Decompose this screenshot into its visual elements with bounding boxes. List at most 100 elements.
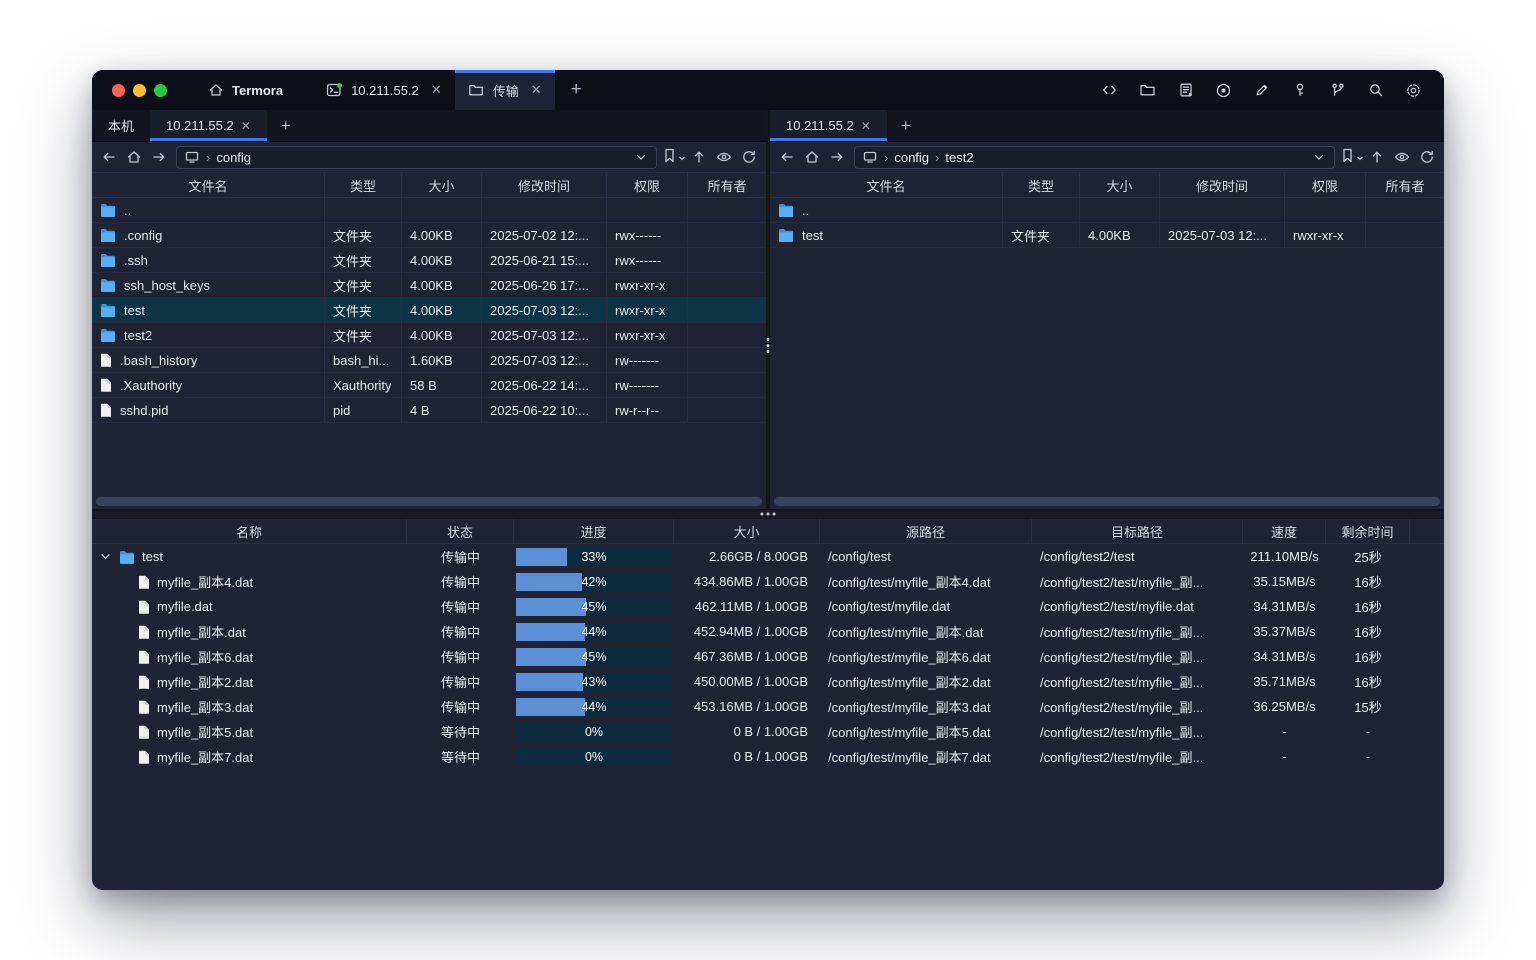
file-row[interactable]: sshd.pidpid4 B2025-06-22 10:...rw-r--r-- [92, 398, 766, 423]
minimize-window-button[interactable] [133, 84, 146, 97]
file-row[interactable]: .. [92, 198, 766, 223]
bookmark-icon[interactable] [1344, 149, 1360, 165]
pane-tab-remote[interactable]: 10.211.55.2 ✕ [150, 110, 267, 141]
pane-tab-local[interactable]: 本机 [92, 110, 150, 141]
file-icon [100, 403, 112, 417]
column-header[interactable]: 大小 [1080, 173, 1160, 197]
transfer-row[interactable]: myfile_副本5.dat等待中0%0 B / 1.00GB/config/t… [92, 719, 1444, 744]
transfer-row[interactable]: myfile.dat传输中45%462.11MB / 1.00GB/config… [92, 594, 1444, 619]
horizontal-scrollbar[interactable] [96, 497, 762, 506]
file-row[interactable]: .bash_historybash_hi...1.60KB2025-07-03 … [92, 348, 766, 373]
record-icon[interactable] [1215, 82, 1232, 99]
path-segment[interactable]: config [894, 150, 929, 165]
column-header[interactable]: 目标路径 [1032, 519, 1243, 543]
column-header[interactable]: 大小 [674, 519, 820, 543]
close-icon[interactable]: ✕ [241, 119, 251, 133]
file-row[interactable]: .config文件夹4.00KB2025-07-02 12:...rwx----… [92, 223, 766, 248]
file-row[interactable]: test文件夹4.00KB2025-07-03 12:...rwxr-xr-x [92, 298, 766, 323]
column-header[interactable]: 剩余时间 [1326, 519, 1410, 543]
tab-termora-home[interactable]: Termora [185, 70, 313, 110]
settings-icon[interactable] [1405, 82, 1422, 99]
path-field[interactable]: › config › test2 [854, 146, 1335, 169]
column-header[interactable]: 名称 [92, 519, 407, 543]
file-cell [688, 223, 766, 247]
transfer-row[interactable]: myfile_副本7.dat等待中0%0 B / 1.00GB/config/t… [92, 744, 1444, 769]
progress-bar: 42% [516, 573, 672, 591]
log-icon[interactable] [1177, 82, 1194, 99]
transfer-splitter[interactable] [92, 509, 1444, 519]
file-cell [1160, 198, 1285, 222]
transfer-row[interactable]: myfile_副本4.dat传输中42%434.86MB / 1.00GB/co… [92, 569, 1444, 594]
horizontal-scrollbar[interactable] [774, 497, 1440, 506]
transfer-row[interactable]: test传输中33%2.66GB / 8.00GB/config/test/co… [92, 544, 1444, 569]
new-pane-tab-button[interactable]: + [267, 110, 305, 141]
close-icon[interactable]: ✕ [531, 82, 542, 98]
path-segment[interactable]: config [216, 150, 251, 165]
tab-transfer[interactable]: 传输 ✕ [455, 70, 555, 110]
code-icon[interactable] [1101, 82, 1118, 99]
new-pane-tab-button[interactable]: + [887, 110, 925, 141]
forward-icon[interactable] [151, 149, 167, 165]
column-header[interactable]: 速度 [1243, 519, 1326, 543]
file-row[interactable]: .ssh文件夹4.00KB2025-06-21 15:...rwx------ [92, 248, 766, 273]
chevron-down-icon[interactable] [633, 149, 649, 165]
eye-icon[interactable] [716, 149, 732, 165]
column-header[interactable]: 所有者 [688, 173, 766, 197]
branch-icon[interactable] [1329, 82, 1346, 99]
column-header[interactable]: 类型 [1003, 173, 1080, 197]
search-icon[interactable] [1367, 82, 1384, 99]
transfer-row[interactable]: myfile_副本6.dat传输中45%467.36MB / 1.00GB/co… [92, 644, 1444, 669]
file-cell: 2025-07-03 12:... [482, 348, 607, 372]
forward-icon[interactable] [829, 149, 845, 165]
home-icon[interactable] [126, 149, 142, 165]
new-tab-button[interactable]: + [555, 70, 598, 110]
column-header[interactable]: 修改时间 [1160, 173, 1285, 197]
path-segment[interactable]: test2 [945, 150, 973, 165]
column-header[interactable]: 状态 [407, 519, 514, 543]
chevron-down-icon[interactable] [1311, 149, 1327, 165]
folder-icon[interactable] [1139, 82, 1156, 99]
close-icon[interactable]: ✕ [431, 82, 442, 98]
zoom-window-button[interactable] [154, 84, 167, 97]
transfer-row[interactable]: myfile_副本2.dat传输中43%450.00MB / 1.00GB/co… [92, 669, 1444, 694]
file-cell: 4.00KB [402, 248, 482, 272]
column-header[interactable]: 大小 [402, 173, 482, 197]
transfer-status: 传输中 [407, 594, 514, 619]
back-icon[interactable] [101, 149, 117, 165]
home-icon[interactable] [804, 149, 820, 165]
file-row[interactable]: test文件夹4.00KB2025-07-03 12:...rwxr-xr-x [770, 223, 1444, 248]
file-cell: 文件夹 [325, 298, 402, 322]
column-header[interactable]: 修改时间 [482, 173, 607, 197]
edit-icon[interactable] [1253, 82, 1270, 99]
close-icon[interactable]: ✕ [861, 119, 871, 133]
column-header[interactable]: 文件名 [770, 173, 1003, 197]
back-icon[interactable] [779, 149, 795, 165]
bookmark-icon[interactable] [666, 149, 682, 165]
close-window-button[interactable] [112, 84, 125, 97]
column-header[interactable]: 权限 [1285, 173, 1366, 197]
column-header[interactable]: 文件名 [92, 173, 325, 197]
file-cell: rwxr-xr-x [607, 273, 688, 297]
file-row[interactable]: .. [770, 198, 1444, 223]
column-header[interactable]: 类型 [325, 173, 402, 197]
file-row[interactable]: test2文件夹4.00KB2025-07-03 12:...rwxr-xr-x [92, 323, 766, 348]
expand-chevron-icon[interactable] [99, 550, 112, 563]
key-icon[interactable] [1291, 82, 1308, 99]
column-header[interactable]: 权限 [607, 173, 688, 197]
up-icon[interactable] [691, 149, 707, 165]
transfer-row[interactable]: myfile_副本.dat传输中44%452.94MB / 1.00GB/con… [92, 619, 1444, 644]
refresh-icon[interactable] [1419, 149, 1435, 165]
transfer-row[interactable]: myfile_副本3.dat传输中44%453.16MB / 1.00GB/co… [92, 694, 1444, 719]
column-header[interactable]: 源路径 [820, 519, 1032, 543]
tab-ssh-session[interactable]: 10.211.55.2 ✕ [313, 70, 455, 110]
up-icon[interactable] [1369, 149, 1385, 165]
eye-icon[interactable] [1394, 149, 1410, 165]
file-row[interactable]: .XauthorityXauthority58 B2025-06-22 14:.… [92, 373, 766, 398]
file-cell: Xauthority [325, 373, 402, 397]
column-header[interactable]: 进度 [514, 519, 674, 543]
path-field[interactable]: › config [176, 146, 657, 169]
file-row[interactable]: ssh_host_keys文件夹4.00KB2025-06-26 17:...r… [92, 273, 766, 298]
refresh-icon[interactable] [741, 149, 757, 165]
pane-tab-remote[interactable]: 10.211.55.2 ✕ [770, 110, 887, 141]
column-header[interactable]: 所有者 [1366, 173, 1444, 197]
